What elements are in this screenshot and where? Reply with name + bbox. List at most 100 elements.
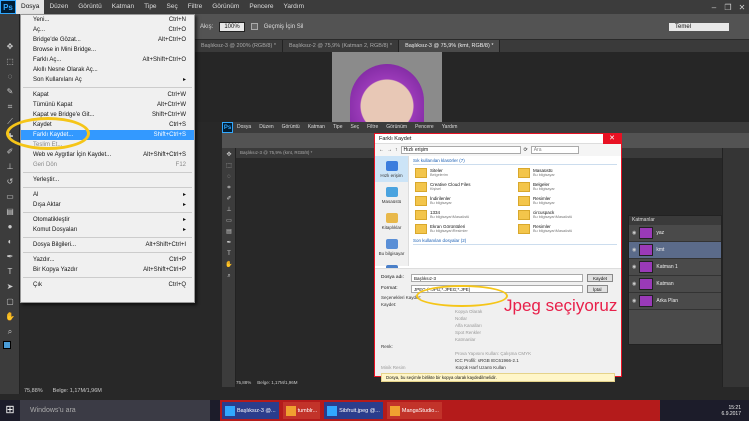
taskbar-app[interactable]: Sibfruit.jpeg @... bbox=[324, 402, 383, 419]
option-alpha[interactable]: Alfa Kanalları bbox=[375, 322, 621, 329]
sidebar-item[interactable]: Kitaplıklar bbox=[375, 208, 408, 234]
file-menu-item[interactable]: Otomatikleştir ▸ bbox=[21, 215, 194, 225]
hand-tool-icon[interactable]: ✋ bbox=[4, 311, 16, 323]
eye-icon[interactable]: ◉ bbox=[632, 230, 636, 236]
lasso-tool-icon[interactable]: ◌ bbox=[225, 173, 233, 181]
forward-arrow-icon[interactable]: → bbox=[387, 147, 392, 153]
folder-item[interactable]: 1334 Bu bilgisayar\Masaüstü bbox=[415, 208, 512, 221]
shape-tool-icon[interactable]: ▢ bbox=[4, 296, 16, 308]
menu-6[interactable]: Filtre bbox=[183, 0, 207, 14]
file-menu-item[interactable]: Al ▸ bbox=[21, 190, 194, 200]
menu-3[interactable]: Katman bbox=[107, 0, 139, 14]
second-menu-9[interactable]: Yardım bbox=[438, 122, 462, 133]
menu-8[interactable]: Pencere bbox=[244, 0, 278, 14]
second-menu-2[interactable]: Görüntü bbox=[278, 122, 304, 133]
eye-icon[interactable]: ◉ bbox=[632, 247, 636, 253]
folder-item[interactable]: Belgeler Bu bilgisayar bbox=[518, 180, 615, 193]
recent-files-header[interactable]: Son kullanılan dosyalar (2) bbox=[413, 238, 617, 245]
file-menu-item[interactable]: Bir Kopya Yazdır Alt+Shift+Ctrl+P bbox=[21, 265, 194, 275]
sidebar-item[interactable]: Hızlı erişim bbox=[375, 156, 408, 182]
type-tool-icon[interactable]: T bbox=[225, 250, 233, 258]
back-arrow-icon[interactable]: ← bbox=[379, 147, 384, 153]
workspace-select[interactable]: Temel bbox=[669, 22, 729, 31]
crop-tool-icon[interactable]: ⌗ bbox=[225, 184, 233, 192]
second-menu-5[interactable]: Seç bbox=[347, 122, 364, 133]
foreground-color-swatch[interactable] bbox=[3, 341, 11, 349]
folder-item[interactable]: Resimler Bu bilgisayar bbox=[518, 194, 615, 207]
file-menu-item[interactable]: Akıllı Nesne Olarak Aç... bbox=[21, 65, 194, 75]
refresh-icon[interactable]: ⟳ bbox=[524, 147, 528, 153]
brush-tool-icon[interactable]: ✐ bbox=[4, 146, 16, 158]
second-menu-8[interactable]: Pencere bbox=[411, 122, 438, 133]
minimize-icon[interactable]: – bbox=[707, 3, 721, 12]
move-tool-icon[interactable]: ✥ bbox=[4, 41, 16, 53]
option-lowercase-ext[interactable]: Küçük Harf Uzantı Kullan bbox=[456, 364, 506, 371]
frequent-folders-header[interactable]: Sık kullanılan klasörler (7) bbox=[413, 158, 617, 165]
cancel-button[interactable]: İptal bbox=[587, 284, 608, 293]
brush-tool-icon[interactable]: ✐ bbox=[225, 195, 233, 203]
close-icon[interactable]: ✕ bbox=[735, 3, 749, 12]
folder-item[interactable]: Creative Cloud Files Kişisel bbox=[415, 180, 512, 193]
folder-item[interactable]: Resimler Bu bilgisayar\Masaüstü bbox=[518, 222, 615, 235]
menu-1[interactable]: Düzen bbox=[44, 0, 73, 14]
file-menu-item[interactable]: Yazdır... Ctrl+P bbox=[21, 255, 194, 265]
crop-tool-icon[interactable]: ⌗ bbox=[4, 101, 16, 113]
second-menu-6[interactable]: Filtre bbox=[363, 122, 382, 133]
file-menu-item[interactable]: Tümünü Kapat Alt+Ctrl+W bbox=[21, 100, 194, 110]
pen-tool-icon[interactable]: ✒ bbox=[225, 239, 233, 247]
search-input[interactable]: Ara bbox=[530, 146, 579, 154]
folder-item[interactable]: Ekran Görüntüleri Bu bilgisayar\Resimler bbox=[415, 222, 512, 235]
filename-input[interactable]: Başlıksız-3 bbox=[411, 273, 583, 282]
eraser-tool-icon[interactable]: ▭ bbox=[225, 217, 233, 225]
menu-2[interactable]: Görüntü bbox=[73, 0, 107, 14]
file-menu-item[interactable]: Komut Dosyaları ▸ bbox=[21, 225, 194, 235]
taskbar-app[interactable]: Başlıksız-3 @... bbox=[222, 402, 279, 419]
taskbar-app[interactable]: tumblr... bbox=[282, 402, 321, 419]
eye-icon[interactable]: ◉ bbox=[632, 298, 636, 304]
blur-tool-icon[interactable]: ● bbox=[4, 221, 16, 233]
stamp-tool-icon[interactable]: ⊥ bbox=[4, 161, 16, 173]
eye-icon[interactable]: ◉ bbox=[632, 264, 636, 270]
restore-icon[interactable]: ❐ bbox=[721, 3, 735, 12]
quick-select-tool-icon[interactable]: ✎ bbox=[4, 86, 16, 98]
dodge-tool-icon[interactable]: ◐ bbox=[4, 236, 16, 248]
menu-0[interactable]: Dosya bbox=[16, 0, 45, 14]
sidebar-item[interactable]: Bu bilgisayar bbox=[375, 234, 408, 260]
file-menu-item[interactable]: Aç... Ctrl+O bbox=[21, 25, 194, 35]
file-menu-item[interactable]: Geri Dön F12 bbox=[21, 160, 194, 170]
second-menu-7[interactable]: Görünüm bbox=[382, 122, 411, 133]
flow-input[interactable]: 100% bbox=[219, 21, 245, 32]
menu-4[interactable]: Tipe bbox=[139, 0, 161, 14]
layer-row[interactable]: ◉ yaz bbox=[629, 225, 721, 242]
option-notes[interactable]: Notlar bbox=[375, 315, 621, 322]
file-menu-item[interactable]: Son Kullanılanı Aç ▸ bbox=[21, 75, 194, 85]
folder-item[interactable]: circuspack Bu bilgisayar\Masaüstü bbox=[518, 208, 615, 221]
file-menu-item[interactable]: Bridge'de Gözat... Alt+Ctrl+O bbox=[21, 35, 194, 45]
file-menu-item[interactable]: Çık Ctrl+Q bbox=[21, 280, 194, 290]
gradient-tool-icon[interactable]: ▤ bbox=[4, 206, 16, 218]
second-menu-4[interactable]: Tipe bbox=[329, 122, 347, 133]
option-thumbnail[interactable]: Minik Resim bbox=[381, 364, 406, 371]
eye-icon[interactable]: ◉ bbox=[632, 281, 636, 287]
eraser-tool-icon[interactable]: ▭ bbox=[4, 191, 16, 203]
save-button[interactable]: Kaydet bbox=[587, 273, 614, 282]
file-menu-item[interactable]: Farklı Aç... Alt+Shift+Ctrl+O bbox=[21, 55, 194, 65]
second-menu-1[interactable]: Düzen bbox=[255, 122, 277, 133]
marquee-tool-icon[interactable]: ⬚ bbox=[4, 56, 16, 68]
file-menu-item[interactable]: Dışa Aktar ▸ bbox=[21, 200, 194, 210]
stamp-tool-icon[interactable]: ⊥ bbox=[225, 206, 233, 214]
file-menu-item[interactable]: Dosya Bilgileri... Alt+Shift+Ctrl+I bbox=[21, 240, 194, 250]
file-menu-item[interactable]: Yerleştir... bbox=[21, 175, 194, 185]
file-menu-item[interactable]: Kapat Ctrl+W bbox=[21, 90, 194, 100]
layer-row[interactable]: ◉ Katman 1 bbox=[629, 259, 721, 276]
tab-doc-2[interactable]: Başlıksız-2 @ 75,9% (Katman 2, RGB/8) * bbox=[283, 40, 400, 52]
sidebar-item[interactable]: Masaüstü bbox=[375, 182, 408, 208]
taskbar-app[interactable]: MangaStudio... bbox=[386, 402, 442, 419]
move-tool-icon[interactable]: ✥ bbox=[225, 151, 233, 159]
menu-7[interactable]: Görünüm bbox=[207, 0, 244, 14]
layer-row[interactable]: ◉ Katman bbox=[629, 276, 721, 293]
lasso-tool-icon[interactable]: ◌ bbox=[4, 71, 16, 83]
option-spot[interactable]: Spot Renkler bbox=[375, 329, 621, 336]
zoom-tool-icon[interactable]: ⌕ bbox=[225, 272, 233, 280]
gradient-tool-icon[interactable]: ▤ bbox=[225, 228, 233, 236]
